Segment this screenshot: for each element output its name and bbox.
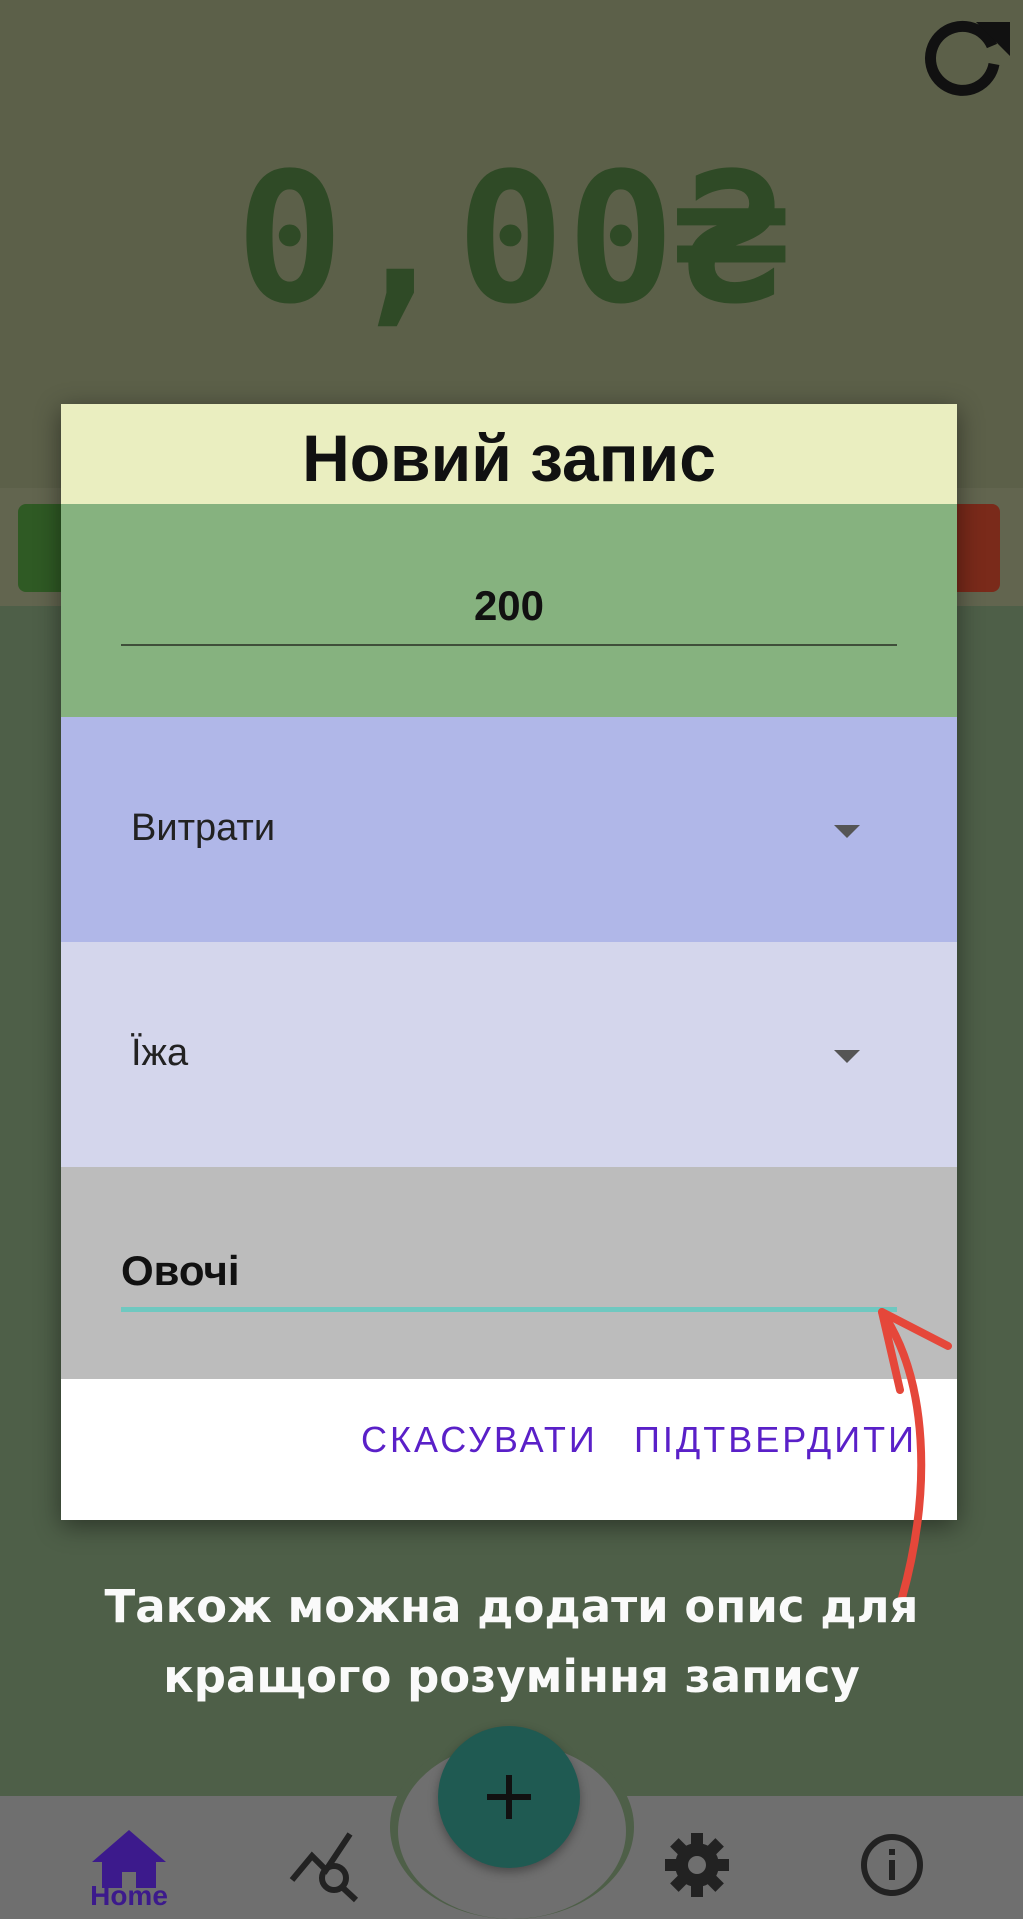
settings-icon[interactable]	[652, 1820, 742, 1910]
description-underline	[121, 1307, 897, 1312]
add-entry-button[interactable]	[438, 1726, 580, 1868]
balance-value: 0,00₴	[235, 135, 788, 344]
info-icon[interactable]	[847, 1820, 937, 1910]
category-dropdown[interactable]: Їжа	[61, 942, 957, 1167]
stats-icon[interactable]	[284, 1820, 374, 1910]
type-dropdown[interactable]: Витрати	[61, 717, 957, 942]
amount-underline	[121, 644, 897, 646]
nav-home-label[interactable]: Home	[84, 1880, 174, 1912]
category-selected: Їжа	[131, 1032, 189, 1074]
hint-line-2: кращого розуміння запису	[163, 1650, 860, 1703]
description-section: Овочі	[61, 1167, 957, 1379]
type-selected: Витрати	[131, 807, 276, 849]
refresh-icon[interactable]	[914, 6, 1014, 106]
cancel-button[interactable]: СКАСУВАТИ	[361, 1419, 598, 1461]
hint-text: Також можна додати опис для кращого розу…	[0, 1572, 1023, 1712]
dialog-actions: СКАСУВАТИ ПІДТВЕРДИТИ	[61, 1379, 957, 1520]
description-input[interactable]: Овочі	[121, 1247, 240, 1295]
dialog-title: Новий запис	[61, 404, 957, 504]
annotation-arrow-icon	[878, 1308, 952, 1602]
amount-section: 200	[61, 504, 957, 717]
dropdown-arrow-icon	[834, 1050, 860, 1063]
amount-input[interactable]: 200	[121, 582, 897, 630]
dropdown-arrow-icon	[834, 825, 860, 838]
hint-line-1: Також можна додати опис для	[104, 1580, 919, 1633]
add-icon	[487, 1775, 531, 1819]
new-entry-dialog: Новий запис 200 Витрати Їжа Овочі СКАСУВ…	[61, 404, 957, 1520]
